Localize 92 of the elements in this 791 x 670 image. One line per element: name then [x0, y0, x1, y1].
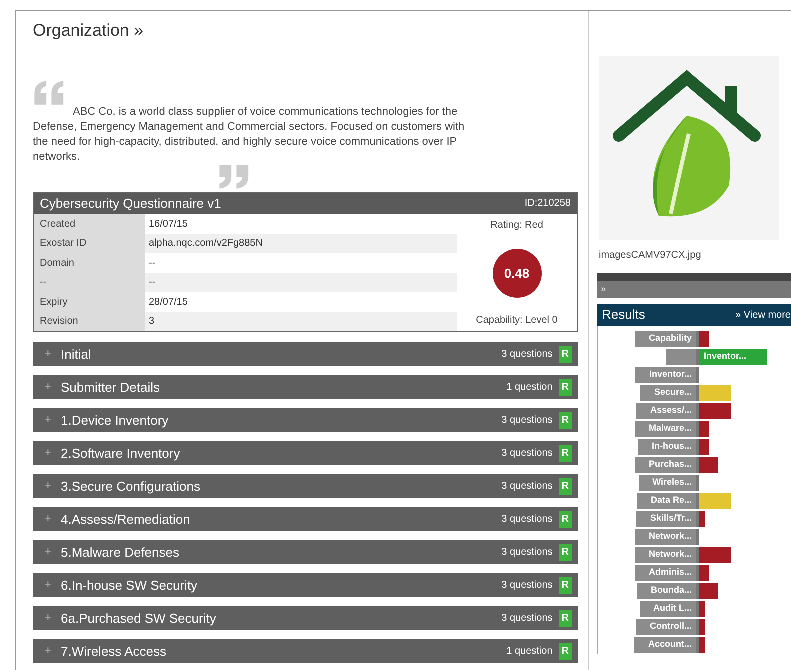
field-label: Expiry [34, 292, 145, 312]
status-badge: R [558, 412, 572, 429]
expand-icon[interactable]: + [45, 346, 61, 363]
question-count: 3 questions [502, 546, 553, 560]
result-label: Malware... [634, 421, 696, 437]
expand-icon[interactable]: + [45, 610, 61, 627]
result-label: Account... [634, 637, 696, 653]
rating-text: Rating: Red [490, 219, 544, 234]
result-label: Audit L... [640, 601, 696, 617]
result-label: Capability [634, 331, 696, 347]
result-label: Wireles... [638, 475, 696, 491]
result-label: In-hous... [638, 439, 696, 455]
label-bar [666, 349, 696, 365]
section-header[interactable]: + 3.Secure Configurations 3 questions R [33, 474, 578, 498]
section-title: Initial [61, 346, 92, 364]
field-value: alpha.nqc.com/v2Fg885N [145, 234, 457, 254]
result-label: Secure... [640, 385, 696, 401]
results-title: Results [602, 306, 646, 324]
result-label: Assess/... [636, 403, 696, 419]
questionnaire-title: Cybersecurity Questionnaire v1 [40, 195, 222, 214]
expand-icon[interactable]: + [45, 478, 61, 495]
section-header[interactable]: + 5.Malware Defenses 3 questions R [33, 540, 578, 564]
expand-icon[interactable]: + [45, 412, 61, 429]
view-more-link[interactable]: » View more [736, 308, 791, 322]
status-badge: R [558, 610, 572, 627]
field-value: -- [145, 272, 457, 292]
result-label: Inventor... [635, 367, 696, 383]
status-badge: R [558, 346, 572, 363]
section-title: 1.Device Inventory [61, 412, 170, 430]
section-title: 6.In-house SW Security [61, 576, 199, 595]
question-count: 3 questions [502, 480, 553, 494]
section-header[interactable]: + 6.In-house SW Security 3 questions R [33, 573, 578, 598]
result-label: Adminis... [634, 565, 696, 581]
question-count: 1 question [506, 644, 553, 659]
section-header[interactable]: + 2.Software Inventory 3 questions R [33, 441, 578, 466]
result-label: Network... [634, 547, 696, 563]
status-badge: R [558, 576, 572, 594]
question-count: 3 questions [502, 446, 553, 461]
section-header[interactable]: + Initial 3 questions R [33, 342, 578, 366]
question-count: 3 questions [502, 578, 553, 593]
question-count: 3 questions [502, 414, 553, 428]
result-label: Data Re... [636, 493, 696, 509]
result-label: Network... [634, 529, 696, 545]
section-header[interactable]: + 7.Wireless Access 1 question R [33, 639, 578, 664]
field-label: Revision [34, 312, 145, 332]
expand-icon[interactable]: + [45, 544, 61, 561]
expand-icon[interactable]: + [45, 379, 61, 396]
image-caption: imagesCAMV97CX.jpg [598, 249, 702, 263]
field-label: Domain [34, 253, 145, 273]
status-badge: R [558, 544, 572, 561]
expand-icon[interactable]: + [45, 643, 61, 660]
section-title: 5.Malware Defenses [61, 544, 180, 562]
section-title: 2.Software Inventory [61, 444, 182, 463]
status-badge: R [558, 444, 572, 462]
result-bar: Inventor... [699, 349, 767, 365]
company-description: ABC Co. is a world class supplier of voice communications technologies for the Defense, Emergency Management and Commercial sectors. Focused on customers with the need for high-capacity, distributed, and highly secure voice communications over IP networks. [33, 105, 466, 166]
section-title: 3.Secure Configurations [61, 478, 202, 496]
question-count: 3 questions [502, 612, 553, 626]
question-count: 1 question [506, 380, 553, 395]
result-label: Purchas... [634, 457, 696, 473]
section-title: Submitter Details [61, 378, 161, 397]
expand-toggle[interactable]: » [601, 284, 606, 294]
score-circle: 0.48 [492, 248, 542, 298]
questionnaire-id: ID:210258 [524, 197, 571, 212]
section-title: 4.Assess/Remediation [61, 510, 192, 529]
section-header[interactable]: + 4.Assess/Remediation 3 questions R [33, 507, 578, 532]
section-header[interactable]: + Submitter Details 1 question R [33, 375, 578, 400]
section-title: 6a.Purchased SW Security [61, 610, 218, 628]
section-header[interactable]: + 6a.Purchased SW Security 3 questions R [33, 606, 578, 630]
result-label: Bounda... [637, 583, 696, 599]
field-label: -- [34, 272, 145, 292]
field-label: Exostar ID [34, 234, 145, 254]
status-badge: R [558, 478, 572, 495]
page-title: Organization » [33, 21, 145, 42]
result-label: Controll... [636, 619, 696, 635]
expand-icon[interactable]: + [45, 511, 61, 528]
question-count: 3 questions [502, 512, 553, 527]
field-value: 3 [145, 312, 457, 332]
field-label: Created [34, 214, 145, 234]
field-value: 28/07/15 [148, 296, 189, 310]
status-badge: R [558, 642, 572, 660]
section-title: 7.Wireless Access [61, 642, 168, 661]
field-value: -- [148, 256, 157, 271]
capability-text: Capability: Level 0 [476, 314, 558, 328]
question-count: 3 questions [502, 348, 553, 362]
result-label: Skills/Tr... [636, 511, 696, 527]
expand-icon[interactable]: + [45, 577, 61, 594]
section-header[interactable]: + 1.Device Inventory 3 questions R [33, 408, 578, 432]
status-badge: R [558, 378, 572, 396]
field-value: 16/07/15 [148, 218, 189, 232]
expand-icon[interactable]: + [45, 445, 61, 462]
status-badge: R [558, 510, 572, 528]
